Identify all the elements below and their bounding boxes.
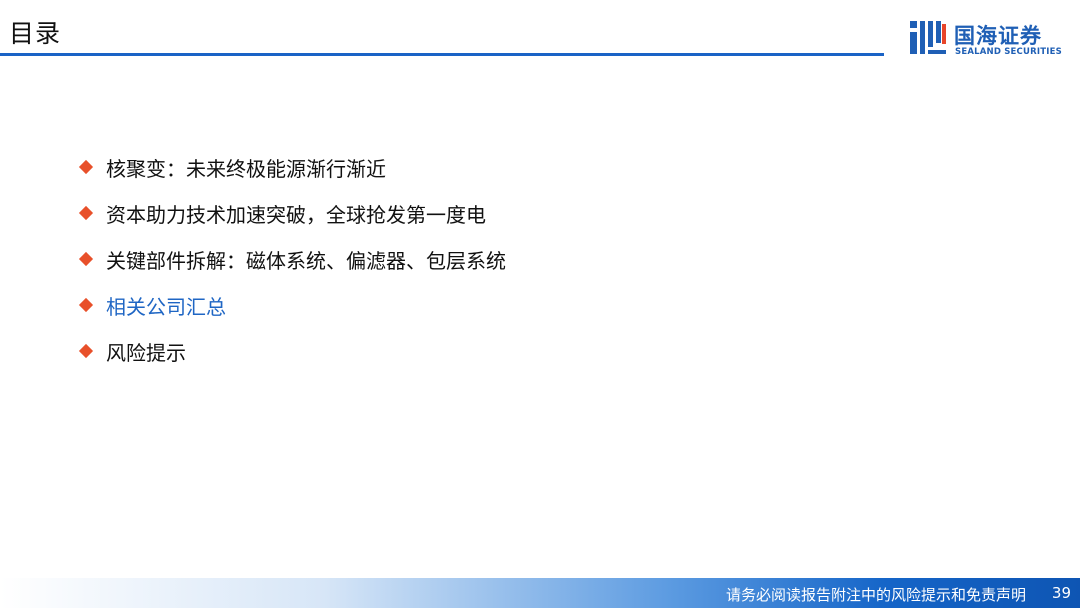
diamond-bullet-icon [78,297,94,313]
footer-disclaimer: 请务必阅读报告附注中的风险提示和免责声明 [725,586,1026,604]
toc-item-label: 核聚变：未来终极能源渐行渐近 [106,156,386,181]
toc-item-label: 资本助力技术加速突破，全球抢发第一度电 [106,202,486,227]
table-of-contents: 核聚变：未来终极能源渐行渐近 资本助力技术加速突破，全球抢发第一度电 关键部件拆… [78,144,506,374]
footer-bar: 请务必阅读报告附注中的风险提示和免责声明 39 [0,578,1080,608]
slide: 目录 国海证券 SEALAND SECURITIES 核聚变：未来终极能源渐行渐… [0,0,1080,608]
sealand-logo-icon [910,21,946,54]
diamond-bullet-icon [78,343,94,359]
toc-item-label: 风险提示 [106,340,186,365]
logo-chinese-name: 国海证券 [954,24,1042,48]
toc-item-fusion-energy[interactable]: 核聚变：未来终极能源渐行渐近 [78,144,506,190]
toc-item-key-components[interactable]: 关键部件拆解：磁体系统、偏滤器、包层系统 [78,236,506,282]
page-number: 39 [1051,584,1071,602]
toc-item-related-companies[interactable]: 相关公司汇总 [78,282,506,328]
toc-item-label: 关键部件拆解：磁体系统、偏滤器、包层系统 [106,248,506,273]
logo-english-name: SEALAND SECURITIES [955,47,1062,57]
toc-item-risk-warning[interactable]: 风险提示 [78,328,506,374]
page-title: 目录 [9,19,62,48]
diamond-bullet-icon [78,251,94,267]
diamond-bullet-icon [78,205,94,221]
header-divider [0,53,884,56]
toc-item-label: 相关公司汇总 [106,294,226,319]
diamond-bullet-icon [78,159,94,175]
company-logo: 国海证券 SEALAND SECURITIES [908,18,1068,62]
toc-item-capital-tech[interactable]: 资本助力技术加速突破，全球抢发第一度电 [78,190,506,236]
